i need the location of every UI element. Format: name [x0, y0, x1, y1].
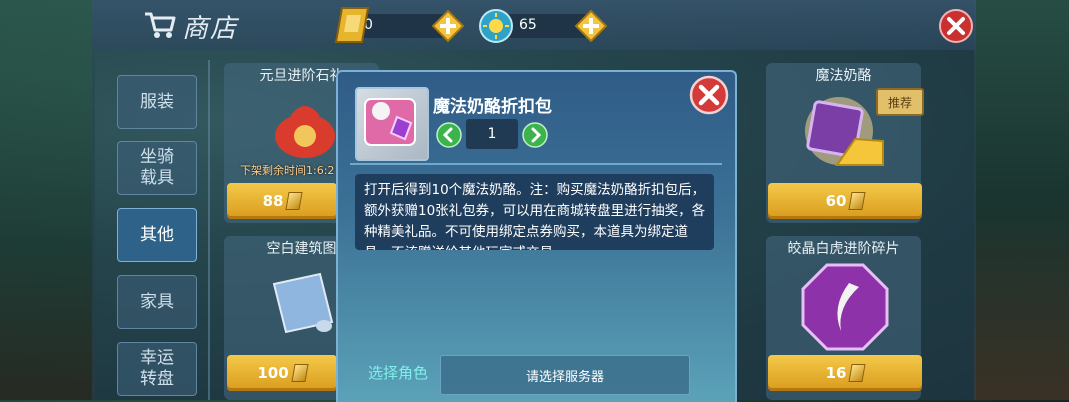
price-value: 16 — [825, 364, 847, 382]
buy-button[interactable]: 100 — [227, 355, 337, 391]
tiger-shard-icon — [801, 263, 889, 351]
add-sun-button[interactable] — [575, 10, 607, 42]
decrease-quantity-button[interactable] — [436, 122, 462, 148]
gold-gem-icon — [848, 192, 867, 210]
select-role-label[interactable]: 选择角色 — [368, 362, 428, 383]
promo-timer: 下架剩余时间1:6:2 — [240, 164, 335, 177]
tab-other[interactable]: 其他 — [117, 208, 197, 262]
gift-box-icon — [364, 98, 416, 146]
server-select[interactable]: 请选择服务器 — [440, 355, 690, 395]
add-gold-button[interactable] — [432, 10, 464, 42]
gold-gem-icon — [291, 364, 309, 382]
sidebar-divider — [208, 60, 210, 400]
gold-gem-icon — [285, 192, 304, 210]
blueprint-icon — [272, 272, 334, 334]
close-shop-button[interactable] — [938, 8, 974, 44]
gold-gem-icon — [334, 7, 370, 43]
close-dialog-button[interactable] — [689, 75, 729, 115]
description-box[interactable]: 打开后得到10个魔法奶酪。注：购买魔法奶酪折扣包后，额外获赠10张礼包券，可以用… — [355, 174, 714, 250]
lucky-bag-icon — [275, 106, 335, 158]
buy-button[interactable]: 88 — [227, 183, 337, 219]
background-right — [974, 0, 1069, 400]
buy-button[interactable]: 16 — [768, 355, 922, 391]
dialog-title: 魔法奶酪折扣包 — [433, 97, 552, 117]
price-value: 100 — [257, 364, 289, 382]
tab-lucky-wheel[interactable]: 幸运 转盘 — [117, 342, 197, 396]
card-title: 魔法奶酪 — [815, 68, 872, 84]
item-thumbnail — [355, 87, 429, 161]
item-description: 打开后得到10个魔法奶酪。注：购买魔法奶酪折扣包后，额外获赠10张礼包券，可以用… — [364, 182, 706, 250]
quantity-field[interactable]: 1 — [466, 119, 518, 149]
price-value: 60 — [825, 192, 847, 210]
tab-mounts[interactable]: 坐骑 载具 — [117, 141, 197, 195]
tab-furniture[interactable]: 家具 — [117, 275, 197, 329]
background-left — [0, 0, 95, 400]
increase-quantity-button[interactable] — [522, 122, 548, 148]
sun-coin-icon — [479, 9, 513, 43]
card-title: 皎晶白虎进阶碎片 — [787, 241, 900, 257]
buy-button[interactable]: 60 — [768, 183, 922, 219]
page-title: 商店 — [182, 14, 239, 44]
currency-value: 65 — [519, 17, 537, 33]
cart-icon — [145, 12, 176, 38]
recommend-badge: 推荐 — [876, 88, 924, 116]
gold-gem-icon — [848, 364, 867, 382]
price-value: 88 — [262, 192, 284, 210]
dialog-divider — [350, 163, 722, 165]
tab-clothing[interactable]: 服装 — [117, 75, 197, 129]
